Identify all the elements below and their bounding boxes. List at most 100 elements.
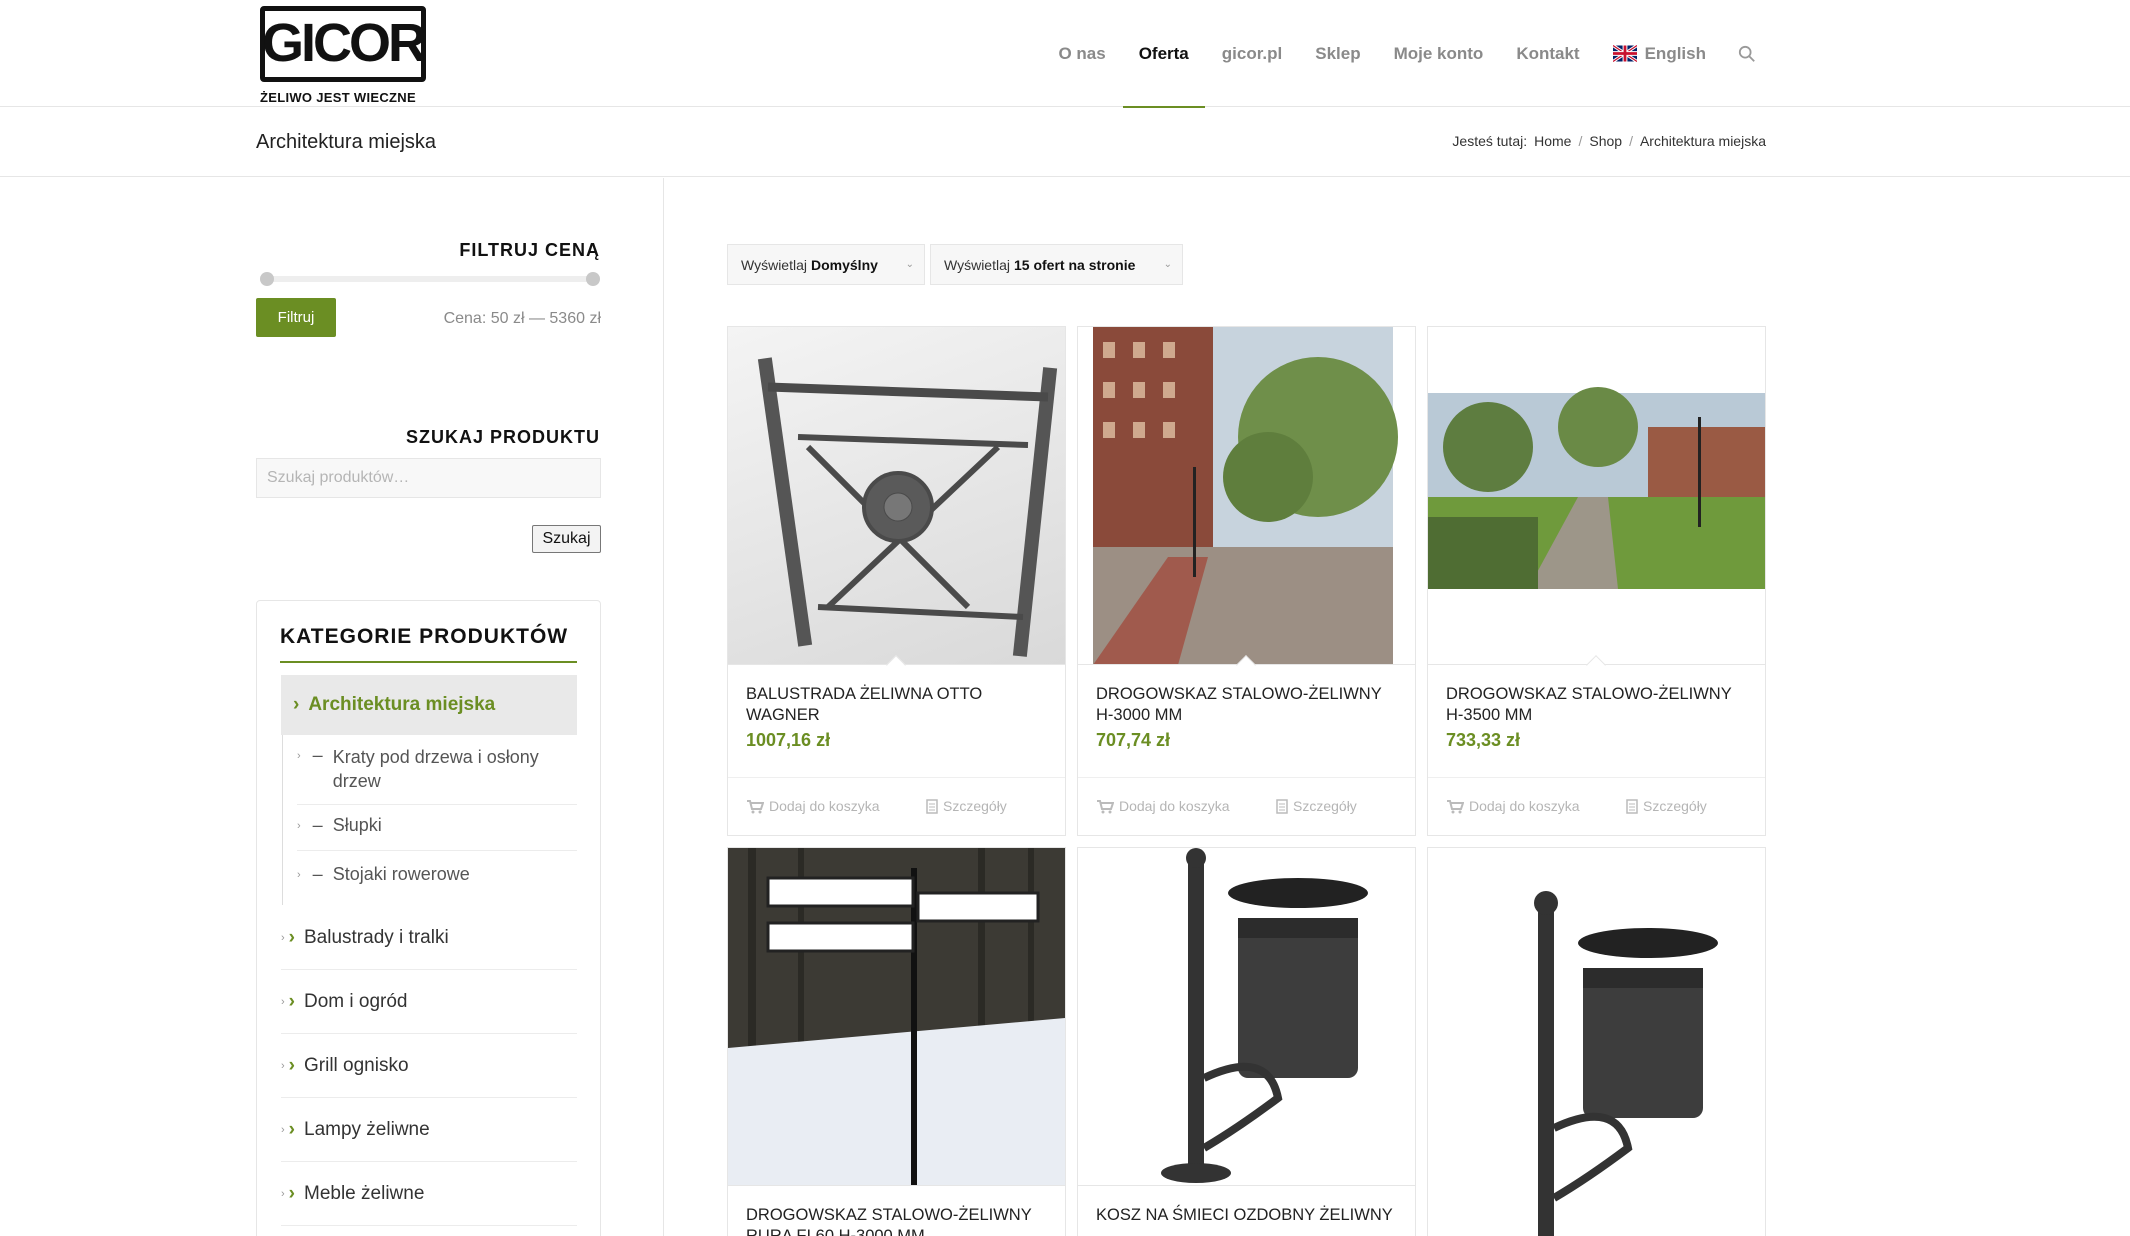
price-slider-max-handle[interactable] (586, 272, 600, 286)
product-title[interactable]: DROGOWSKAZ STALOWO-ŻELIWNY RURA FI 60 H-… (746, 1205, 1046, 1236)
product-card[interactable] (1427, 847, 1766, 1236)
subcategory-label: Kraty pod drzewa i osłony drzew (332, 747, 539, 791)
add-to-cart-label: Dodaj do koszyka (1119, 798, 1230, 814)
subcategory-item[interactable]: › – Słupki (297, 815, 577, 851)
caret-icon: › (281, 1123, 285, 1136)
add-to-cart-button[interactable]: Dodaj do koszyka (1096, 798, 1230, 814)
page: GICOR ŻELIWO JEST WIECZNE O nas Oferta g… (0, 0, 2130, 1236)
breadcrumb: Jesteś tutaj: Home / Shop / Architektura… (1452, 133, 1766, 149)
trash-bin-image (1161, 848, 1368, 1183)
per-page-select[interactable]: Wyświetlaj 15 ofert na stronie ⌄ (930, 244, 1183, 285)
add-to-cart-label: Dodaj do koszyka (1469, 798, 1580, 814)
chevron-right-icon: › (288, 1118, 295, 1140)
category-item[interactable]: › › Grill ognisko (281, 1034, 577, 1098)
product-title[interactable]: BALUSTRADA ŻELIWNA OTTO WAGNER (746, 684, 1046, 726)
product-image[interactable] (728, 848, 1065, 1186)
chevron-right-icon: › (288, 990, 295, 1012)
nav-item-oferta[interactable]: Oferta (1122, 0, 1205, 108)
cart-icon (747, 799, 764, 813)
product-image[interactable] (1428, 848, 1765, 1236)
product-search-button[interactable]: Szukaj (532, 525, 601, 553)
dash-marker: – (312, 864, 323, 884)
price-slider-min-handle[interactable] (260, 272, 274, 286)
breadcrumb-home[interactable]: Home (1534, 133, 1571, 149)
subcategory-label: Stojaki rowerowe (332, 864, 470, 884)
category-item[interactable]: › › Lampy żeliwne (281, 1098, 577, 1162)
product-card[interactable]: DROGOWSKAZ STALOWO-ŻELIWNY H-3000 mm 707… (1077, 326, 1416, 836)
street-photo-image (1093, 327, 1398, 664)
product-search-title: SZUKAJ PRODUKTU (405, 427, 600, 447)
product-card[interactable]: BALUSTRADA ŻELIWNA OTTO WAGNER 1007,16 z… (727, 326, 1066, 836)
category-label: Dom i ogród (304, 990, 408, 1012)
dash-marker: – (312, 815, 323, 835)
product-categories-widget: KATEGORIE PRODUKTÓW › Architektura miejs… (256, 600, 601, 1236)
product-title[interactable]: KOSZ NA ŚMIECI OZDOBNY ŻELIWNY (1096, 1205, 1396, 1226)
category-item[interactable]: › › Balustrady i tralki (281, 906, 577, 970)
park-path-image (1428, 387, 1765, 589)
details-button[interactable]: Szczegóły (1276, 798, 1357, 814)
details-label: Szczegóły (1293, 798, 1357, 814)
category-label: Meble żeliwne (304, 1182, 425, 1204)
caret-icon: › (281, 1059, 285, 1072)
product-title[interactable]: DROGOWSKAZ STALOWO-ŻELIWNY H-3500 mm (1446, 684, 1746, 726)
price-filter-title: FILTRUJ CENĄ (459, 240, 600, 260)
chevron-right-icon: › (288, 1182, 295, 1204)
product-title[interactable]: DROGOWSKAZ STALOWO-ŻELIWNY H-3000 mm (1096, 684, 1396, 726)
product-card[interactable]: DROGOWSKAZ STALOWO-ŻELIWNY H-3500 mm 733… (1427, 326, 1766, 836)
caret-icon: › (297, 750, 301, 762)
caret-icon: › (281, 1187, 285, 1200)
trash-bin-image (1534, 891, 1718, 1236)
add-to-cart-label: Dodaj do koszyka (769, 798, 880, 814)
product-price: 707,74 zł (1096, 730, 1171, 750)
per-page-prefix: Wyświetlaj (944, 256, 1010, 273)
product-image[interactable] (1078, 327, 1415, 665)
nav-item-gicor-pl[interactable]: gicor.pl (1222, 0, 1282, 107)
product-image[interactable] (1428, 327, 1765, 665)
nav-item-sklep[interactable]: Sklep (1315, 0, 1360, 107)
add-to-cart-button[interactable]: Dodaj do koszyka (746, 798, 880, 814)
nav-item-language[interactable]: English (1612, 0, 1706, 107)
add-to-cart-button[interactable]: Dodaj do koszyka (1446, 798, 1580, 814)
product-image[interactable] (728, 327, 1065, 665)
dash-marker: – (312, 745, 323, 765)
category-label: Balustrady i tralki (304, 926, 449, 948)
site-header: GICOR ŻELIWO JEST WIECZNE O nas Oferta g… (0, 0, 2130, 108)
caret-icon: › (281, 995, 285, 1008)
nav-item-kontakt[interactable]: Kontakt (1516, 0, 1579, 107)
details-button[interactable]: Szczegóły (1626, 798, 1707, 814)
snow-sign-image (728, 848, 1065, 1185)
product-search-input[interactable]: Szukaj produktów… (256, 458, 601, 498)
search-icon[interactable] (1738, 45, 1756, 63)
logo-tagline: ŻELIWO JEST WIECZNE (260, 90, 416, 105)
subcategory-item[interactable]: › – Kraty pod drzewa i osłony drzew (297, 745, 577, 805)
product-card[interactable]: KOSZ NA ŚMIECI OZDOBNY ŻELIWNY (1077, 847, 1416, 1236)
logo[interactable]: GICOR ŻELIWO JEST WIECZNE (258, 2, 428, 105)
caret-icon: › (297, 869, 301, 881)
details-label: Szczegóły (1643, 798, 1707, 814)
chevron-right-icon: › (288, 1054, 295, 1076)
sort-prefix: Wyświetlaj (741, 256, 807, 273)
product-image[interactable] (1078, 848, 1415, 1186)
subcategory-item[interactable]: › – Stojaki rowerowe (297, 864, 577, 900)
document-icon (1626, 798, 1638, 814)
nav-item-moje-konto[interactable]: Moje konto (1394, 0, 1484, 107)
chevron-right-icon: › (288, 926, 295, 948)
category-item[interactable]: › › Meble żeliwne (281, 1162, 577, 1226)
sort-value: Domyślny (811, 256, 878, 273)
filter-button[interactable]: Filtruj (256, 298, 336, 337)
chevron-down-icon: ⌄ (1163, 259, 1172, 270)
details-button[interactable]: Szczegóły (926, 798, 1007, 814)
product-card[interactable]: DROGOWSKAZ STALOWO-ŻELIWNY RURA FI 60 H-… (727, 847, 1066, 1236)
subcategory-label: Słupki (332, 815, 382, 835)
sort-select[interactable]: Wyświetlaj Domyślny ⌄ (727, 244, 925, 285)
nav-item-o-nas[interactable]: O nas (1058, 0, 1105, 107)
price-slider[interactable] (260, 272, 600, 286)
product-price: 1007,16 zł (746, 730, 831, 750)
category-active[interactable]: › Architektura miejska (281, 675, 577, 735)
page-title: Architektura miejska (256, 131, 437, 153)
breadcrumb-shop[interactable]: Shop (1589, 133, 1622, 149)
document-icon (926, 798, 938, 814)
product-actions: Dodaj do koszyka Szczegóły (1428, 777, 1765, 835)
logo-text: GICOR (261, 13, 427, 73)
category-item[interactable]: › › Dom i ogród (281, 970, 577, 1034)
